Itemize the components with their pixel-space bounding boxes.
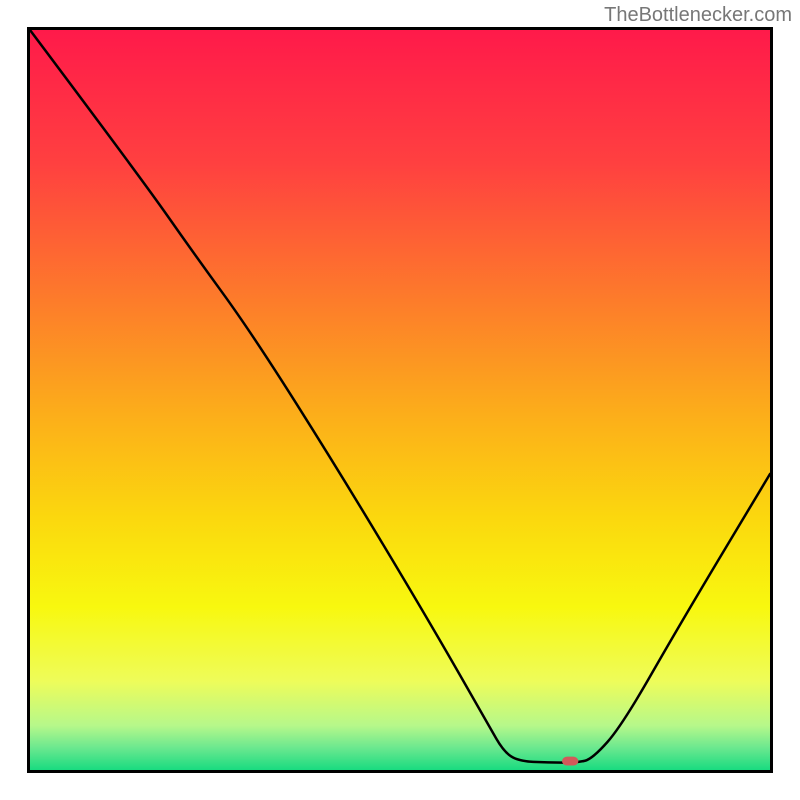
watermark-label: TheBottlenecker.com	[604, 4, 792, 27]
chart-frame	[27, 27, 773, 773]
chart-svg	[30, 30, 770, 770]
chart-marker	[562, 757, 578, 766]
